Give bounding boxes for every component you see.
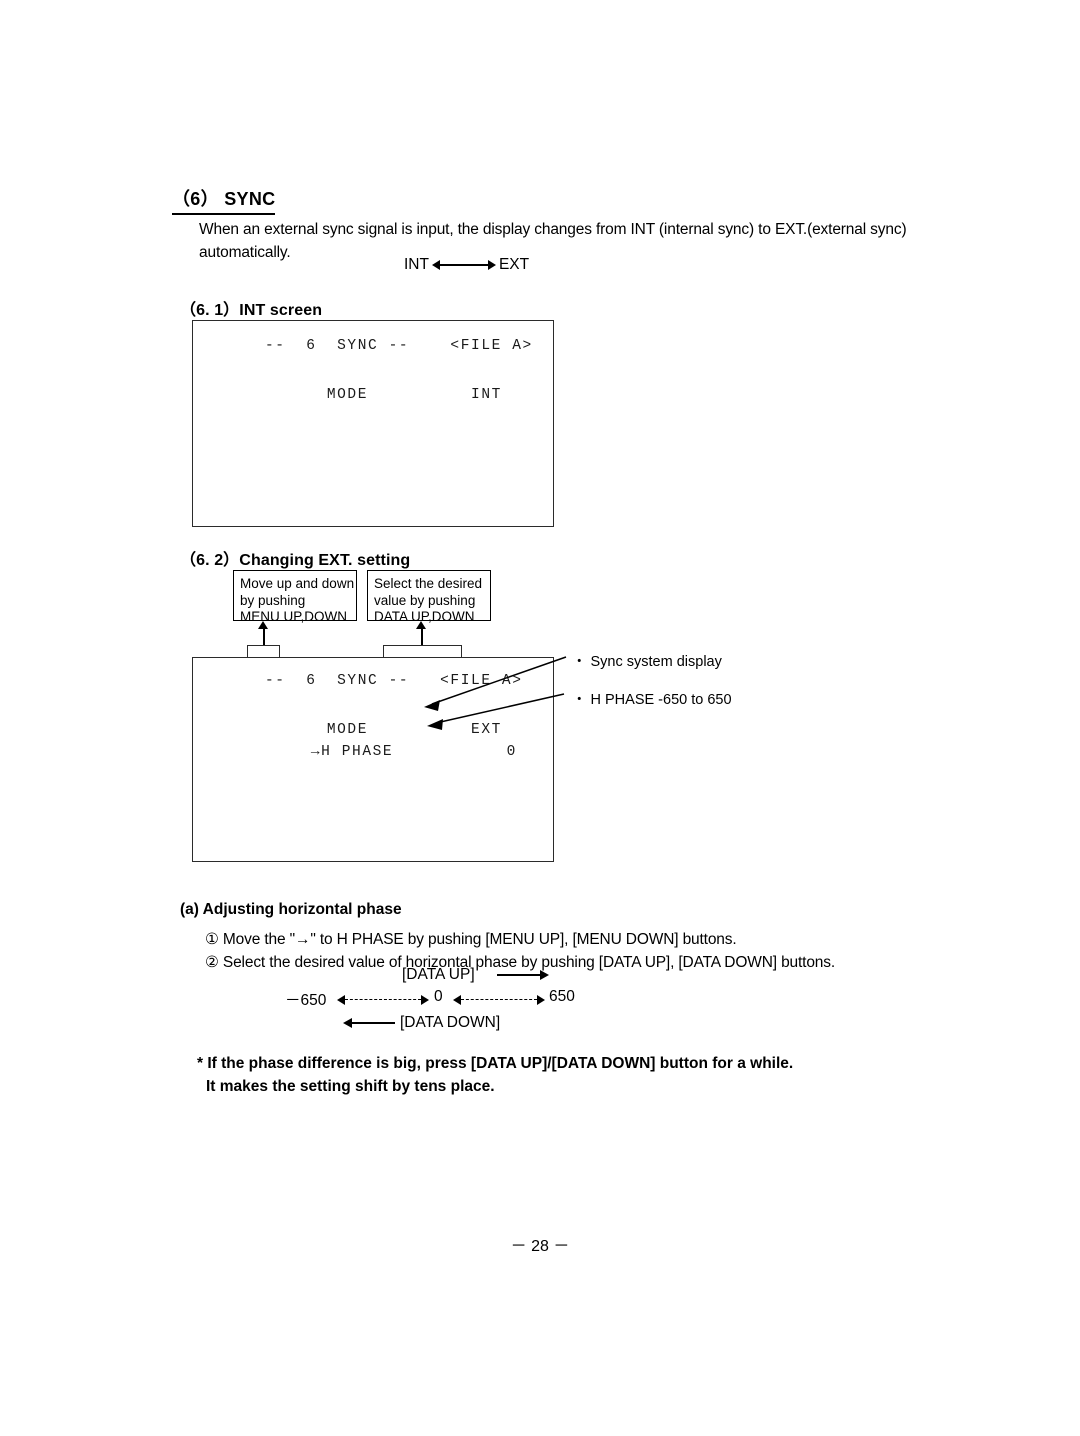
annotation-sync-text: Sync system display <box>590 654 722 670</box>
range-value-row: －650 0 650 <box>285 988 615 1010</box>
range-center-value: 0 <box>434 988 443 1005</box>
subsection-heading-int-screen: （6. 1）INT screen <box>180 302 323 319</box>
callout-data-line-2: value by pushing <box>374 592 476 608</box>
dashed-arrow-icon-left <box>337 995 429 1007</box>
ext-label: EXT <box>498 256 530 273</box>
dashed-arrow-icon-right <box>453 995 545 1007</box>
osd-ext-title-line: -- 6 SYNC -- <FILE A> <box>265 673 523 689</box>
osd-ext-phase-label: →H PHASE <box>310 744 394 760</box>
callout-menu-line-2: by pushing <box>240 592 306 608</box>
subsection-heading-ext-setting: （6. 2）Changing EXT. setting <box>180 552 411 569</box>
range-max-value: 650 <box>549 988 575 1005</box>
section-title: SYNC <box>224 189 276 209</box>
data-range-diagram: [DATA UP] －650 0 650 [DATA DOWN] <box>285 966 615 1038</box>
annotation-sync-system-display: ・ Sync system display <box>572 650 722 671</box>
int-label: INT <box>404 256 429 273</box>
osd-title-line: -- 6 SYNC -- <FILE A> <box>265 338 533 354</box>
osd-mode-row: MODE INT <box>265 371 502 419</box>
page-number: － 28 － <box>510 1238 570 1255</box>
note-line-1: * If the phase difference is big, press … <box>197 1055 794 1072</box>
data-up-label: [DATA UP] <box>402 966 475 983</box>
callout-box-menu: Move up and down by pushing MENU UP,DOWN <box>233 570 357 624</box>
osd-panel-int: -- 6 SYNC -- <FILE A> MODE INT <box>192 320 554 527</box>
right-arrow-icon-data-up <box>497 969 549 981</box>
annotation-h-phase-range: ・ H PHASE -650 to 650 <box>572 688 732 709</box>
intro-text-line-2: automatically. <box>199 244 291 261</box>
callout-menu-line-3: MENU UP,DOWN <box>240 609 348 624</box>
data-down-label: [DATA DOWN] <box>400 1014 501 1031</box>
section-number: （6） <box>172 189 219 209</box>
callout-box-data: Select the desired value by pushing DATA… <box>367 570 491 624</box>
annotation-h-phase-text: H PHASE -650 to 650 <box>590 692 732 708</box>
osd-ext-phase-row: →H PHASE 0 <box>249 728 517 776</box>
page-title: （6） SYNC <box>172 185 276 215</box>
osd-mode-value: INT <box>471 387 502 403</box>
left-arrow-icon-data-down <box>343 1017 395 1029</box>
osd-mode-label: MODE <box>326 387 369 403</box>
int-ext-diagram: INT EXT <box>404 256 529 274</box>
callout-menu-line-1: Move up and down <box>240 576 355 591</box>
adjusting-heading: (a) Adjusting horizontal phase <box>180 901 402 918</box>
osd-panel-ext: -- 6 SYNC -- <FILE A> MODE EXT →H PHASE … <box>192 657 554 862</box>
bullet-icon: ・ <box>572 692 587 708</box>
intro-text-line-1: When an external sync signal is input, t… <box>199 221 907 238</box>
document-page: （6） SYNC When an external sync signal is… <box>0 0 1080 1436</box>
bullet-icon: ・ <box>572 654 587 670</box>
leader-stem-menu <box>263 628 265 646</box>
osd-ext-phase-value: 0 <box>506 744 517 760</box>
callout-data-line-1: Select the desired <box>374 576 483 591</box>
callout-data-line-3: DATA UP,DOWN <box>374 609 475 624</box>
range-min-value: －650 <box>285 992 327 1009</box>
leader-stem-data <box>421 628 423 646</box>
bidirectional-arrow-icon <box>431 258 496 272</box>
note-line-2: It makes the setting shift by tens place… <box>206 1078 495 1095</box>
